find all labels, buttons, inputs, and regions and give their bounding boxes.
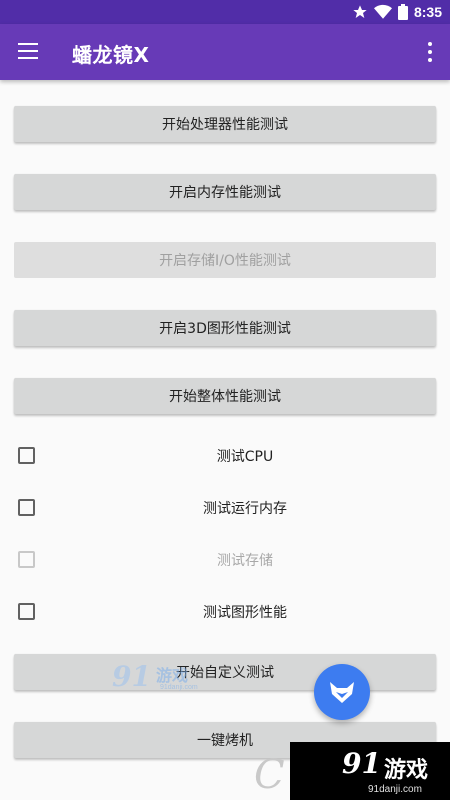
app-bar: 蟠龙镜X [0, 24, 450, 80]
checkbox-label-storage: 测试存储 [217, 553, 273, 569]
overall-test-button[interactable]: 开始整体性能测试 [14, 378, 436, 414]
checkbox-storage[interactable] [18, 551, 35, 568]
app-title: 蟠龙镜X [72, 43, 150, 67]
checkbox-label-cpu: 测试CPU [216, 449, 274, 465]
star-icon [353, 5, 367, 18]
graphics-3d-test-button[interactable]: 开启3D图形性能测试 [14, 310, 436, 346]
checkbox-row-ram[interactable]: 测试运行内存 [0, 488, 450, 528]
corner-watermark: C 91 游戏 91danji.com [250, 742, 450, 800]
checkbox-label-ram: 测试运行内存 [203, 501, 287, 517]
custom-test-button[interactable]: 开始自定义测试 [14, 654, 436, 690]
watermark-brand: 91 [112, 660, 151, 693]
checkbox-ram[interactable] [18, 499, 35, 516]
more-vert-icon[interactable] [426, 42, 434, 62]
status-bar: 8:35 [0, 0, 450, 24]
status-time: 8:35 [413, 4, 442, 20]
wifi-icon [373, 4, 392, 19]
fox-logo-icon [330, 682, 354, 703]
corner-watermark-name: 游戏 [384, 758, 429, 783]
checkbox-graphics[interactable] [18, 603, 35, 620]
checkbox-label-graphics: 测试图形性能 [203, 605, 287, 621]
memory-test-button[interactable]: 开启内存性能测试 [14, 174, 436, 210]
checkbox-row-graphics[interactable]: 测试图形性能 [0, 592, 450, 632]
checkbox-cpu[interactable] [18, 447, 35, 464]
storage-io-test-button[interactable]: 开启存储I/O性能测试 [14, 242, 436, 278]
cpu-test-button[interactable]: 开始处理器性能测试 [14, 106, 436, 142]
hamburger-icon[interactable] [18, 43, 38, 59]
fox-logo-fab[interactable] [314, 664, 370, 720]
checkbox-row-cpu[interactable]: 测试CPU [0, 436, 450, 476]
watermark-url: 91danji.com [160, 684, 198, 691]
corner-watermark-brand: 91 [342, 747, 381, 780]
watermark-91danji: 91 游戏 91danji.com [112, 658, 212, 694]
corner-watermark-url: 91danji.com [368, 784, 422, 795]
battery-icon [397, 4, 408, 20]
checkbox-row-storage[interactable]: 测试存储 [0, 540, 450, 580]
corner-c-logo-icon: C [254, 752, 285, 798]
watermark-name: 游戏 [156, 666, 189, 685]
